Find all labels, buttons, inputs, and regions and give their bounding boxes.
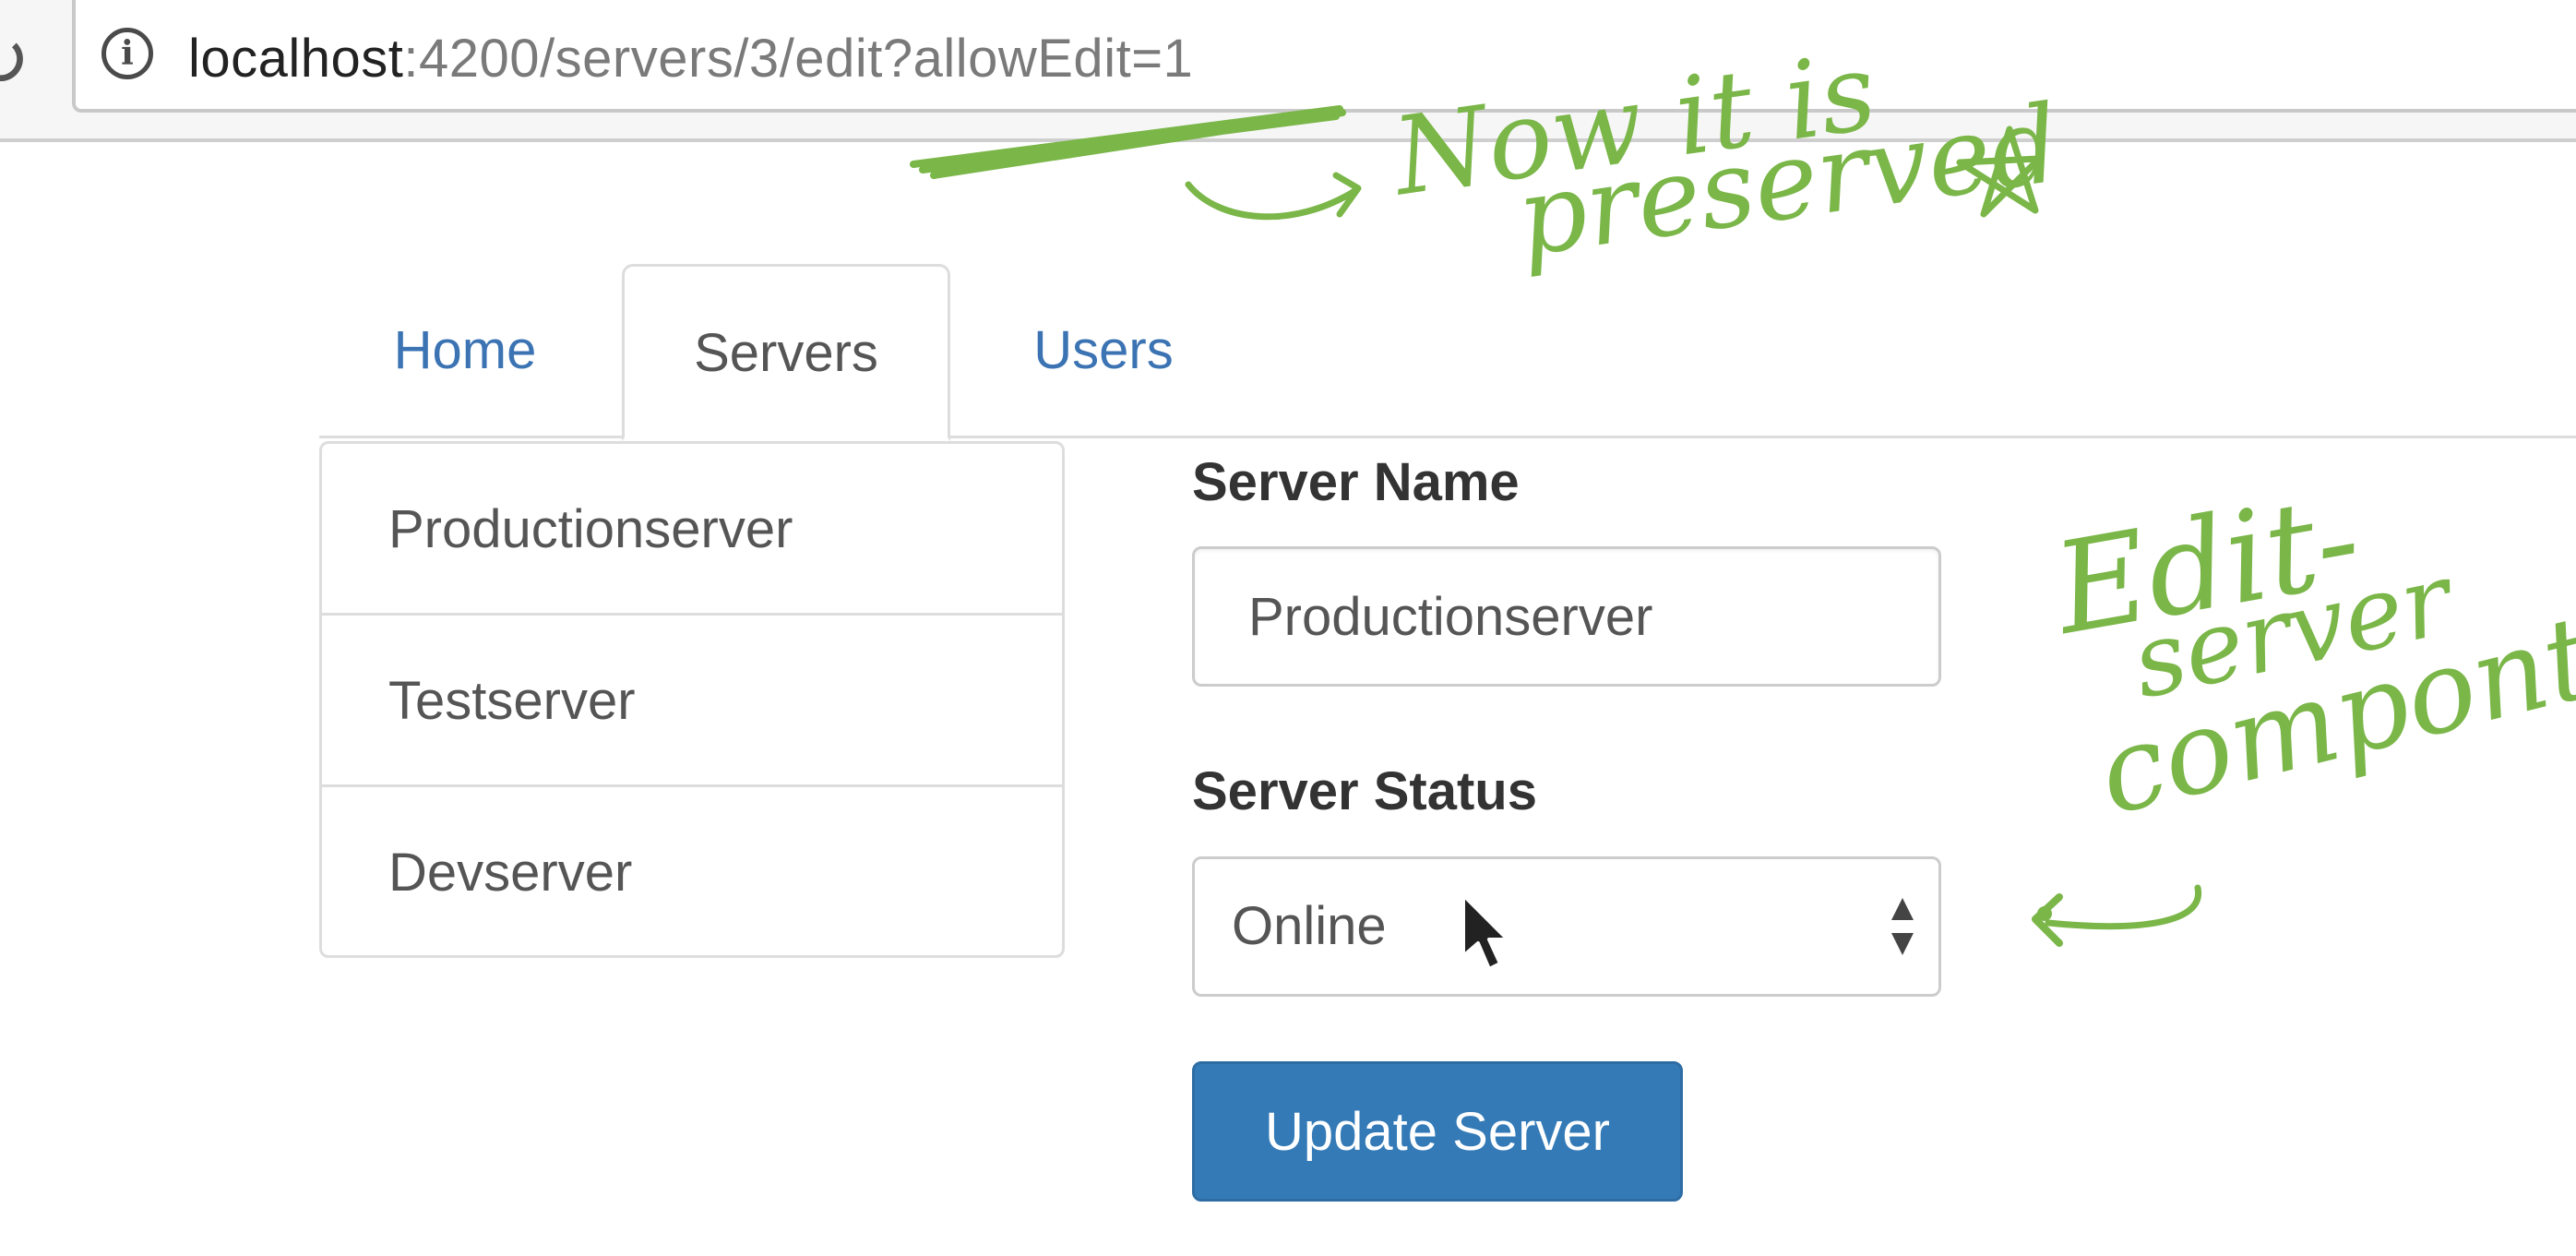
server-list-item-productionserver[interactable]: Productionserver	[322, 444, 1062, 616]
server-list: Productionserver Testserver Devserver	[319, 441, 1065, 958]
server-list-item-testserver[interactable]: Testserver	[322, 616, 1062, 787]
tab-home[interactable]: Home	[347, 264, 583, 437]
server-status-value: Online	[1232, 896, 1387, 956]
mouse-cursor-icon	[1461, 893, 1509, 971]
browser-toolbar: ↻ i localhost:4200/servers/3/edit?allowE…	[0, 0, 2576, 142]
url-text[interactable]: localhost:4200/servers/3/edit?allowEdit=…	[188, 26, 1193, 92]
update-server-button[interactable]: Update Server	[1192, 1061, 1683, 1202]
tab-servers[interactable]: Servers	[622, 264, 950, 441]
url-host: localhost	[188, 29, 404, 89]
address-bar[interactable]: i localhost:4200/servers/3/edit?allowEdi…	[72, 0, 2576, 113]
server-name-label: Server Name	[1192, 452, 1520, 512]
url-path: :4200/servers/3/edit?allowEdit=1	[403, 29, 1194, 89]
server-status-label: Server Status	[1192, 761, 1537, 821]
reload-icon[interactable]: ↻	[0, 15, 61, 107]
select-arrows-icon	[1891, 898, 1914, 955]
server-status-select[interactable]: Online	[1192, 856, 1941, 997]
page: ↻ i localhost:4200/servers/3/edit?allowE…	[0, 0, 2576, 1256]
server-list-item-devserver[interactable]: Devserver	[322, 787, 1062, 959]
server-name-input[interactable]	[1192, 546, 1941, 687]
info-icon[interactable]: i	[101, 28, 153, 79]
tab-users[interactable]: Users	[989, 264, 1218, 437]
